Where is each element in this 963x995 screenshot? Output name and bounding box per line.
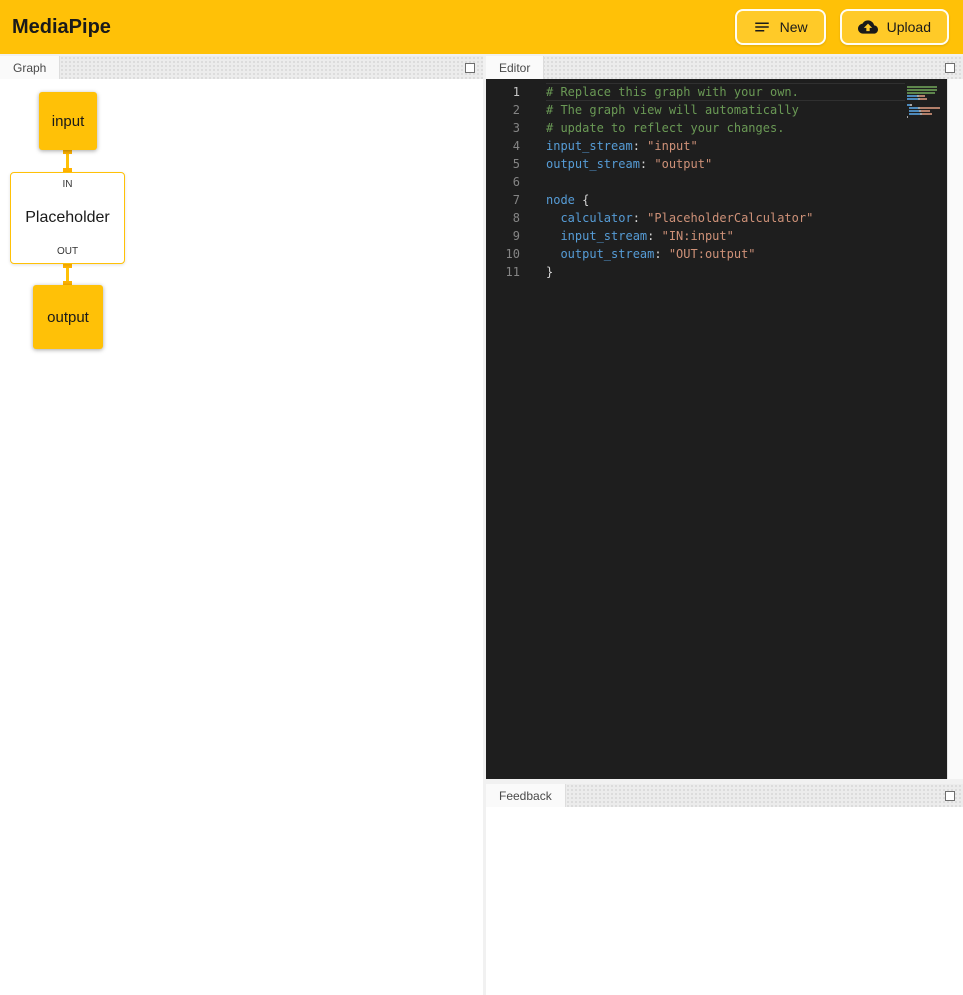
graph-node-placeholder[interactable]: IN Placeholder OUT <box>10 172 125 264</box>
notes-icon <box>753 18 771 36</box>
editor-maximize-icon[interactable] <box>945 63 955 73</box>
line-numbers: 1234567891011 <box>486 79 532 779</box>
tab-editor[interactable]: Editor <box>486 56 544 79</box>
app-title: MediaPipe <box>10 16 111 39</box>
placeholder-in-port: IN <box>63 179 73 190</box>
code-editor[interactable]: 1234567891011 # Replace this graph with … <box>486 79 963 779</box>
editor-panel: Editor 1234567891011 # Replace this grap… <box>486 56 963 779</box>
feedback-maximize-icon[interactable] <box>945 791 955 801</box>
tab-feedback-label: Feedback <box>499 789 552 803</box>
upload-button-label: Upload <box>887 19 931 35</box>
right-column: Editor 1234567891011 # Replace this grap… <box>486 56 963 995</box>
feedback-panel: Feedback <box>486 784 963 995</box>
graph-panel-tabbar: Graph <box>0 56 483 79</box>
graph-node-input[interactable]: input <box>39 92 97 150</box>
tab-graph-label: Graph <box>13 61 46 75</box>
editor-code[interactable]: # Replace this graph with your own.# The… <box>532 79 905 779</box>
graph-panel: Graph input IN Placeholder OUT output <box>0 56 483 995</box>
main-layout: Graph input IN Placeholder OUT output <box>0 54 963 995</box>
cloud-upload-icon <box>858 17 878 37</box>
graph-maximize-icon[interactable] <box>465 63 475 73</box>
header-actions: New Upload <box>735 9 953 45</box>
upload-button[interactable]: Upload <box>840 9 949 45</box>
minimap[interactable] <box>905 79 947 779</box>
feedback-content <box>486 807 963 995</box>
graph-node-output-label: output <box>47 309 89 326</box>
tab-graph[interactable]: Graph <box>0 56 60 79</box>
new-button[interactable]: New <box>735 9 826 45</box>
graph-node-output[interactable]: output <box>33 285 103 349</box>
new-button-label: New <box>780 19 808 35</box>
editor-scrollbar[interactable] <box>947 79 963 779</box>
editor-panel-tabbar: Editor <box>486 56 963 79</box>
graph-canvas[interactable]: input IN Placeholder OUT output <box>0 79 483 995</box>
graph-node-input-label: input <box>52 113 85 130</box>
feedback-panel-tabbar: Feedback <box>486 784 963 807</box>
tab-editor-label: Editor <box>499 61 530 75</box>
app-header: MediaPipe New Upload <box>0 0 963 54</box>
placeholder-node-label: Placeholder <box>25 209 110 227</box>
tab-feedback[interactable]: Feedback <box>486 784 566 807</box>
placeholder-out-port: OUT <box>57 246 78 257</box>
